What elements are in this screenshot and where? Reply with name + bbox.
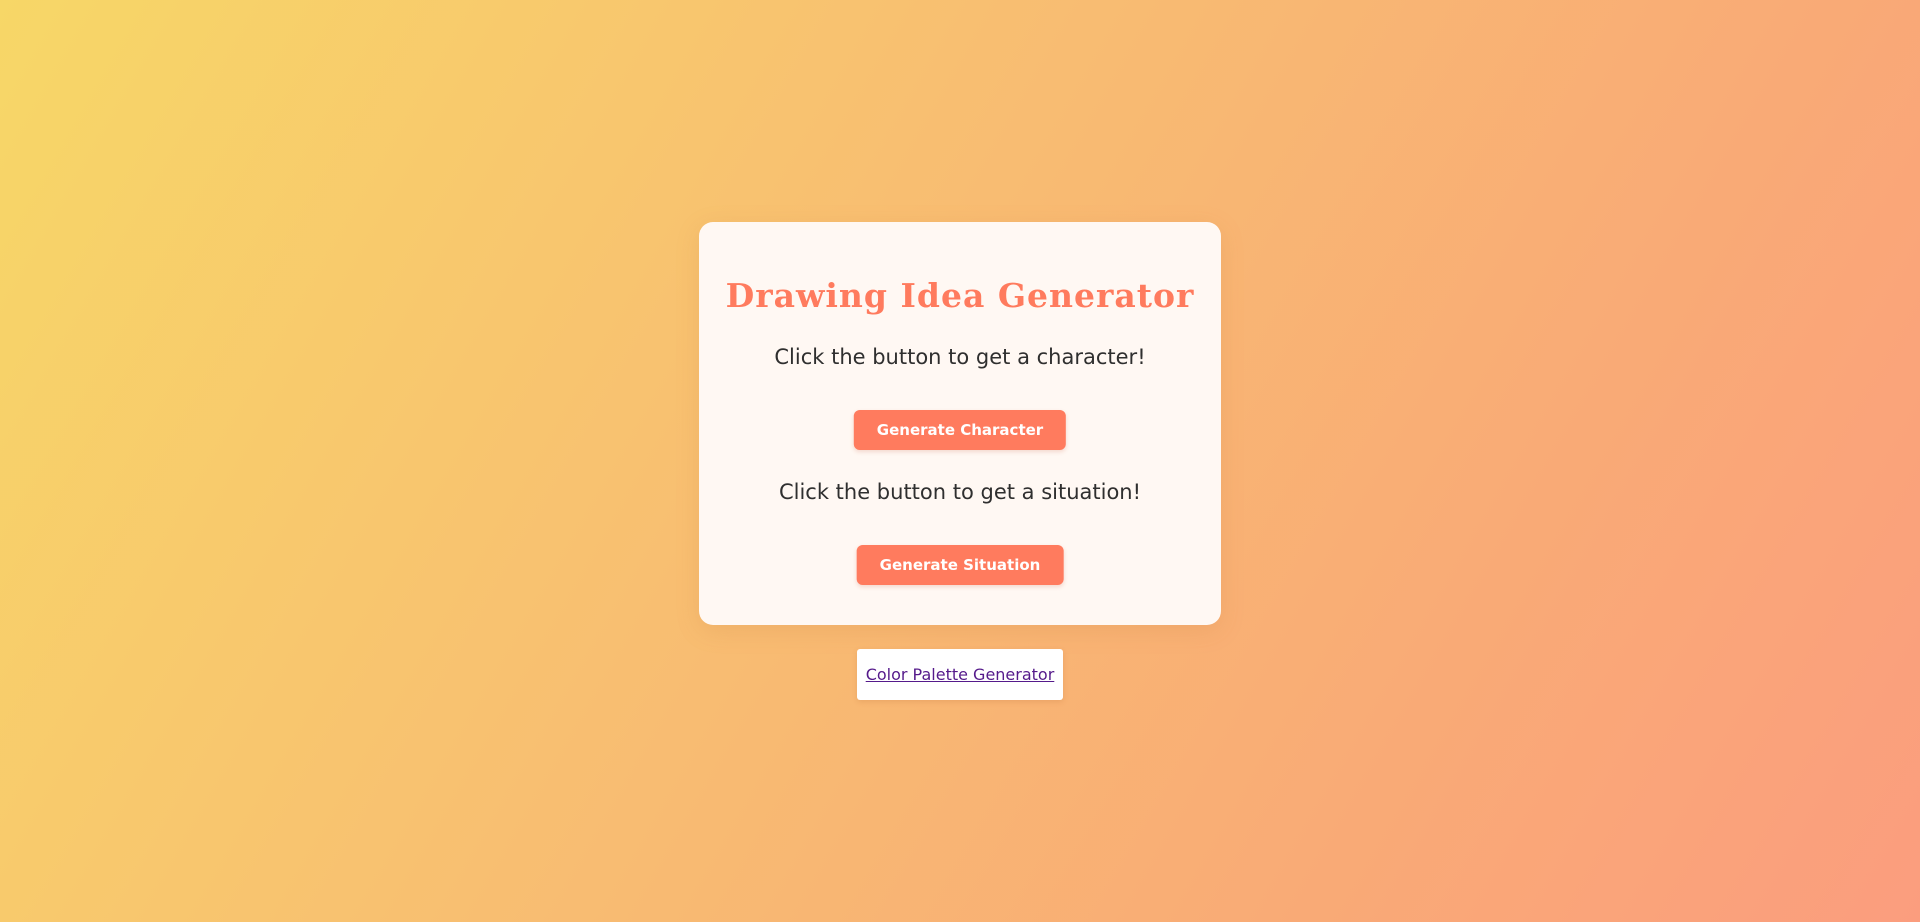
generate-character-button[interactable]: Generate Character xyxy=(853,410,1067,450)
palette-link-container: Color Palette Generator xyxy=(857,649,1063,700)
generator-card: Drawing Idea Generator Click the button … xyxy=(699,222,1221,625)
generate-situation-button[interactable]: Generate Situation xyxy=(856,545,1064,585)
character-prompt: Click the button to get a character! xyxy=(774,345,1146,369)
situation-prompt: Click the button to get a situation! xyxy=(778,480,1142,504)
page-title: Drawing Idea Generator xyxy=(725,276,1195,315)
color-palette-generator-link[interactable]: Color Palette Generator xyxy=(866,665,1055,684)
